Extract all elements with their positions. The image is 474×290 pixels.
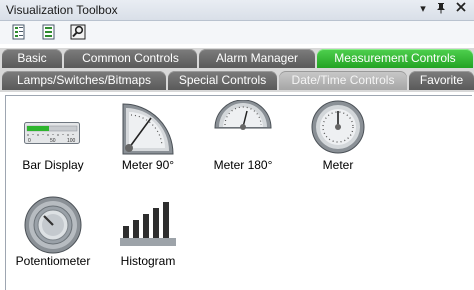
toolbox-item-histogram[interactable]: Histogram [103, 196, 193, 270]
search-icon[interactable] [70, 24, 86, 40]
toolbox-item-potentiometer[interactable]: Potentiometer [8, 196, 98, 270]
bar-display-icon: 0 50 100 [24, 122, 80, 144]
pin-icon[interactable] [434, 2, 448, 16]
tab-basic[interactable]: Basic [2, 49, 62, 68]
toolbar [0, 21, 474, 44]
svg-text:50: 50 [50, 138, 56, 144]
tab-common-controls[interactable]: Common Controls [64, 49, 197, 68]
tab-lamps-switches-bitmaps[interactable]: Lamps/Switches/Bitmaps [2, 71, 166, 90]
svg-text:100: 100 [67, 138, 76, 144]
item-label: Meter 180° [213, 158, 273, 172]
list-view-icon[interactable] [41, 24, 57, 40]
meter-90-icon [122, 103, 174, 155]
tab-measurement-controls[interactable]: Measurement Controls [317, 49, 473, 68]
toolbox-item-meter-180[interactable]: Meter 180° [198, 100, 288, 172]
tab-row-1: Basic Common Controls Alarm Manager Meas… [0, 48, 474, 70]
potentiometer-icon [24, 196, 82, 254]
item-label: Potentiometer [15, 254, 91, 268]
meter-icon [311, 100, 365, 154]
item-label: Meter [322, 158, 354, 172]
window-title: Visualization Toolbox [6, 3, 118, 17]
close-icon[interactable] [454, 2, 468, 16]
toolbox-item-meter-90[interactable]: Meter 90° [103, 102, 193, 172]
properties-icon[interactable] [11, 24, 27, 40]
item-label: Histogram [120, 254, 176, 268]
tab-alarm-manager[interactable]: Alarm Manager [199, 49, 315, 68]
tab-favorite[interactable]: Favorite [409, 71, 474, 90]
tab-date-time-controls[interactable]: Date/Time Controls [279, 71, 407, 90]
item-label: Meter 90° [121, 158, 175, 172]
histogram-icon [120, 202, 176, 246]
toolbox-item-meter[interactable]: Meter [293, 100, 383, 172]
item-label: Bar Display [22, 158, 84, 172]
meter-180-icon [214, 100, 272, 130]
tab-special-controls[interactable]: Special Controls [168, 71, 277, 90]
tab-row-2: Lamps/Switches/Bitmaps Special Controls … [0, 70, 474, 92]
dropdown-icon[interactable]: ▾ [416, 2, 430, 16]
svg-text:0: 0 [28, 138, 31, 144]
title-bar: Visualization Toolbox ▾ [0, 0, 474, 21]
toolbox-item-bar-display[interactable]: 0 50 100 Bar Display [8, 118, 98, 172]
